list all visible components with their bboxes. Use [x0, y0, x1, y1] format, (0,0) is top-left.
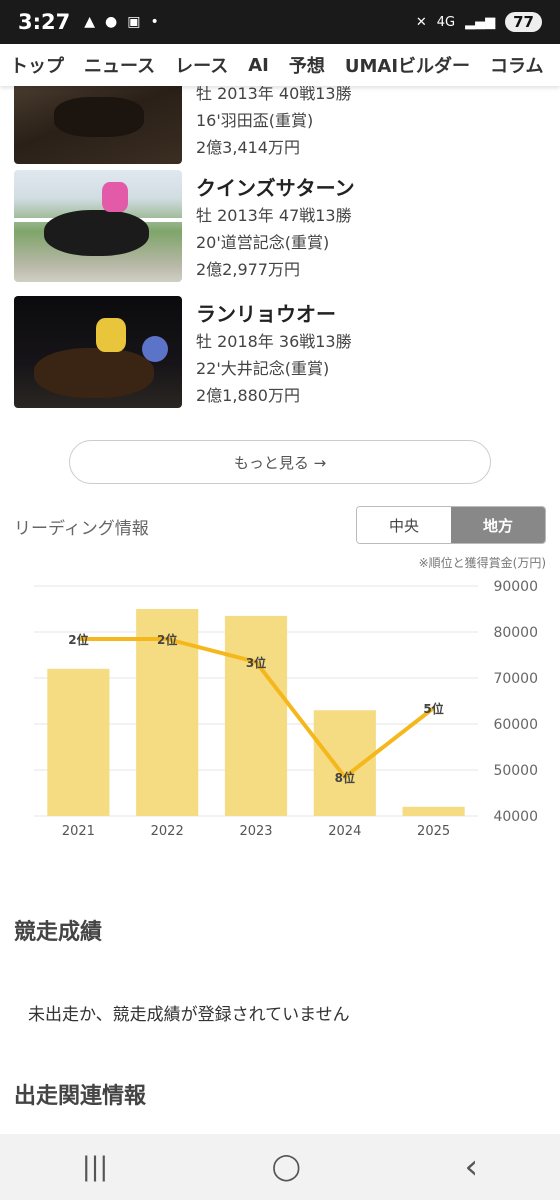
y-tick-label: 90000 — [493, 579, 538, 595]
results-title: 競走成績 — [14, 920, 103, 945]
leading-chart: 40000 50000 60000 70000 80000 90000 2021 2022 20… — [34, 579, 538, 839]
horse-profile: 牡 2013年 47戦13勝 — [196, 206, 352, 225]
x-tick-label: 2021 — [62, 824, 95, 839]
horse-name[interactable]: ランリョウオー — [196, 298, 352, 328]
category-nav: トップ ニュース レース AI 予想 UMAIビルダー コラム m — [0, 44, 560, 86]
y-tick-label: 70000 — [493, 671, 538, 687]
y-tick-label: 60000 — [493, 717, 538, 733]
horse-earnings: 2億1,880万円 — [196, 386, 300, 405]
rank-label: 3位 — [246, 655, 266, 670]
back-icon[interactable]: ‹ — [465, 1147, 479, 1187]
x-tick-label: 2024 — [328, 824, 361, 839]
chart-note: ※順位と獲得賞金(万円) — [418, 556, 546, 570]
chart-bar — [402, 806, 465, 816]
network-label: 4G — [436, 14, 456, 30]
horse-card[interactable]: ランリョウオー 牡 2018年 36戦13勝 22'大井記念(重賞) 2億1,8… — [14, 296, 534, 408]
horse-earnings: 2億3,414万円 — [196, 138, 300, 157]
nav-item-news[interactable]: ニュース — [84, 52, 155, 78]
x-tick-label: 2023 — [239, 824, 272, 839]
nav-item-ai[interactable]: AI — [248, 55, 269, 76]
nav-item-yoso[interactable]: 予想 — [289, 52, 325, 78]
chart-bar — [224, 615, 288, 816]
horse-earnings: 2億2,977万円 — [196, 260, 300, 279]
horse-card[interactable]: クインズサターン 牡 2013年 47戦13勝 20'道営記念(重賞) 2億2,… — [14, 170, 534, 282]
tab-chuo[interactable]: 中央 — [357, 507, 451, 543]
nav-item-column[interactable]: コラム — [490, 52, 543, 78]
leading-toggle: 中央 地方 — [356, 506, 546, 544]
y-tick-label: 50000 — [493, 763, 538, 779]
horse-best-race: 16'羽田盃(重賞) — [196, 111, 314, 130]
more-button[interactable]: もっと見る → — [69, 440, 491, 484]
screenshot-icon: ▣ — [127, 14, 141, 30]
leading-title: リーディング情報 — [14, 519, 149, 539]
rank-label: 2位 — [157, 632, 177, 647]
rank-label: 2位 — [68, 632, 88, 647]
system-nav-bar: ||| ◯ ‹ — [0, 1134, 560, 1200]
chart-bar — [47, 668, 110, 816]
horse-profile: 牡 2018年 36戦13勝 — [196, 332, 352, 351]
nav-item-top[interactable]: トップ — [10, 52, 64, 78]
recents-icon[interactable]: ||| — [82, 1152, 108, 1182]
home-icon[interactable]: ◯ — [272, 1152, 301, 1182]
y-tick-label: 80000 — [493, 625, 538, 641]
tab-chiho[interactable]: 地方 — [451, 507, 545, 543]
chart-bar — [313, 710, 376, 816]
y-tick-label: 40000 — [493, 809, 538, 825]
nav-item-race[interactable]: レース — [175, 52, 228, 78]
battery-icon: 77 — [505, 12, 542, 32]
signal-icon: ▂▄▆ — [465, 14, 496, 30]
warning-icon: ▲ — [84, 14, 96, 30]
dot-icon: • — [150, 14, 159, 30]
results-empty-message: 未出走か、競走成績が登録されていません — [28, 1005, 350, 1025]
status-time: 3:27 — [18, 10, 71, 34]
horse-best-race: 20'道営記念(重賞) — [196, 233, 330, 252]
x-tick-label: 2025 — [417, 824, 450, 839]
horse-photo — [14, 170, 182, 282]
horse-best-race: 22'大井記念(重賞) — [196, 359, 330, 378]
x-tick-label: 2022 — [151, 824, 184, 839]
horse-photo — [14, 296, 182, 408]
status-bar: 3:27 ▲ ● ▣ • ✕ 4G ▂▄▆ 77 — [0, 0, 560, 44]
related-title: 出走関連情報 — [14, 1084, 147, 1109]
mute-icon: ✕ — [415, 14, 427, 30]
line-app-icon: ● — [105, 14, 118, 30]
nav-item-umai-builder[interactable]: UMAIビルダー — [345, 52, 470, 78]
rank-label: 5位 — [423, 701, 443, 716]
rank-label: 8位 — [335, 770, 355, 785]
horse-name[interactable]: クインズサターン — [196, 172, 355, 202]
